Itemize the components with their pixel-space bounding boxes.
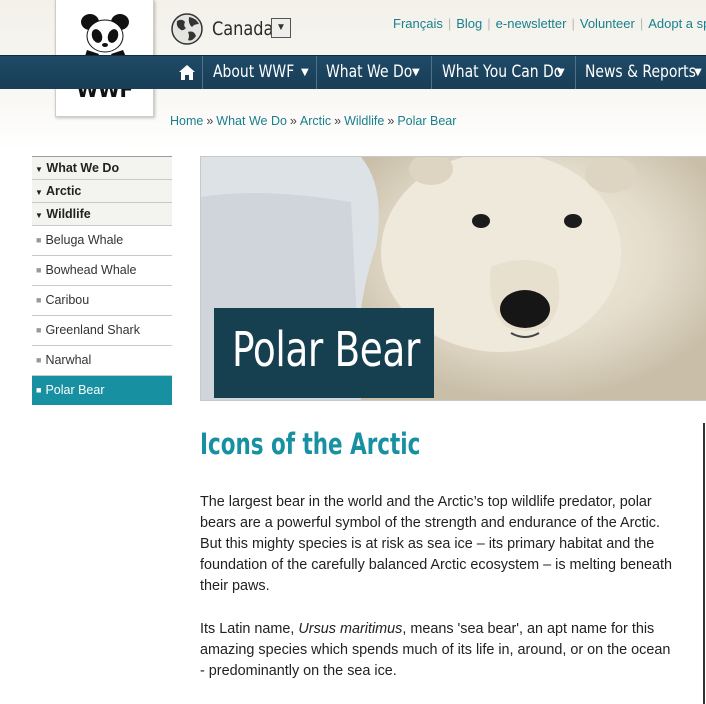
nav-label: What We Do: [326, 62, 413, 82]
sidebar-item-label: Beluga Whale: [45, 233, 124, 247]
sidebar-header-what-we-do[interactable]: ▼ What We Do: [32, 156, 172, 180]
breadcrumb-home[interactable]: Home: [170, 114, 203, 128]
main-navigation: About WWF ▼ What We Do ▼ What You Can Do…: [0, 55, 706, 89]
triangle-down-icon: ▼: [35, 165, 43, 174]
latin-name: Ursus maritimus: [298, 621, 403, 637]
divider: |: [447, 16, 452, 31]
divider: |: [487, 16, 491, 31]
breadcrumb-separator: »: [334, 114, 342, 128]
country-name: Canada: [212, 18, 274, 40]
link-francais[interactable]: Français: [393, 16, 443, 31]
nav-label: What You Can Do: [442, 62, 563, 82]
sidebar-header-label: Arctic: [45, 184, 82, 198]
sidebar-item-label: Polar Bear: [45, 383, 105, 397]
sidebar-item-label: Caribou: [45, 293, 90, 307]
article-paragraph-2: Its Latin name, Ursus maritimus, means '…: [200, 619, 675, 682]
bullet-icon: ■: [36, 295, 42, 305]
nav-what-we-do[interactable]: What We Do ▼: [317, 56, 432, 89]
nav-news-reports[interactable]: News & Reports ▼: [576, 56, 706, 89]
nav-label: About WWF: [213, 62, 295, 82]
bullet-icon: ■: [36, 265, 42, 275]
chevron-down-icon: ▼: [557, 67, 565, 78]
nav-what-you-can-do[interactable]: What You Can Do ▼: [432, 56, 576, 89]
triangle-down-icon: ▼: [35, 211, 43, 220]
sidebar-item-caribou[interactable]: ■ Caribou: [32, 286, 172, 316]
breadcrumb-wildlife[interactable]: Wildlife: [344, 114, 384, 128]
breadcrumb-arctic[interactable]: Arctic: [300, 114, 331, 128]
breadcrumb: Home» What We Do» Arctic» Wildlife» Polar Be…: [170, 114, 456, 128]
breadcrumb-separator: »: [206, 114, 214, 128]
page-edge-divider: [703, 423, 705, 704]
divider: |: [571, 16, 575, 31]
nav-about-wwf[interactable]: About WWF ▼: [203, 56, 317, 89]
breadcrumb-separator: »: [387, 114, 395, 128]
breadcrumb-what-we-do[interactable]: What We Do: [216, 114, 287, 128]
bullet-icon: ■: [36, 355, 42, 365]
divider: |: [639, 16, 644, 31]
bullet-icon: ■: [36, 325, 42, 335]
article-heading: Icons of the Arctic: [200, 427, 421, 461]
sidebar-header-wildlife[interactable]: ▼ Wildlife: [32, 203, 172, 226]
utility-links: Français | Blog | e-newsletter | Volunteer | Ado…: [393, 16, 706, 31]
globe-icon: [171, 13, 203, 45]
bullet-icon: ■: [36, 235, 42, 245]
chevron-down-icon: ▼: [301, 67, 309, 78]
sidebar-item-narwhal[interactable]: ■ Narwhal: [32, 346, 172, 376]
sidebar-item-polar-bear[interactable]: ■ Polar Bear: [32, 376, 172, 405]
sidebar-item-beluga-whale[interactable]: ■ Beluga Whale: [32, 226, 172, 256]
sidebar-item-label: Narwhal: [45, 353, 92, 367]
country-selector[interactable]: Canada ▼: [170, 12, 291, 46]
nav-home-button[interactable]: [172, 56, 203, 89]
bullet-icon: ■: [36, 385, 42, 395]
triangle-down-icon: ▼: [35, 188, 43, 197]
chevron-down-icon: ▼: [694, 67, 702, 78]
article-paragraph-1: The largest bear in the world and the Ar…: [200, 494, 672, 594]
chevron-down-icon[interactable]: ▼: [271, 18, 291, 38]
sidebar-item-bowhead-whale[interactable]: ■ Bowhead Whale: [32, 256, 172, 286]
sidebar-header-label: Wildlife: [46, 207, 91, 221]
sidebar-item-label: Greenland Shark: [45, 323, 140, 337]
link-volunteer[interactable]: Volunteer: [580, 16, 635, 31]
sidebar-header-label: What We Do: [46, 161, 120, 175]
chevron-down-icon: ▼: [412, 67, 420, 78]
breadcrumb-separator: »: [289, 114, 297, 128]
link-enewsletter[interactable]: e-newsletter: [496, 16, 567, 31]
sidebar-nav: ▼ What We Do ▼ Arctic ▼ Wildlife ■ Beluga…: [32, 156, 172, 405]
nav-label: News & Reports: [585, 62, 696, 82]
breadcrumb-polar-bear[interactable]: Polar Bear: [397, 114, 456, 128]
sidebar-item-label: Bowhead Whale: [45, 263, 137, 277]
hero-title: Polar Bear: [232, 322, 420, 378]
text-run: Its Latin name,: [200, 621, 299, 637]
link-blog[interactable]: Blog: [456, 16, 482, 31]
sidebar-item-greenland-shark[interactable]: ■ Greenland Shark: [32, 316, 172, 346]
sidebar-header-arctic[interactable]: ▼ Arctic: [32, 180, 172, 203]
home-icon: [179, 65, 195, 80]
link-adopt[interactable]: Adopt a sp: [648, 16, 706, 31]
